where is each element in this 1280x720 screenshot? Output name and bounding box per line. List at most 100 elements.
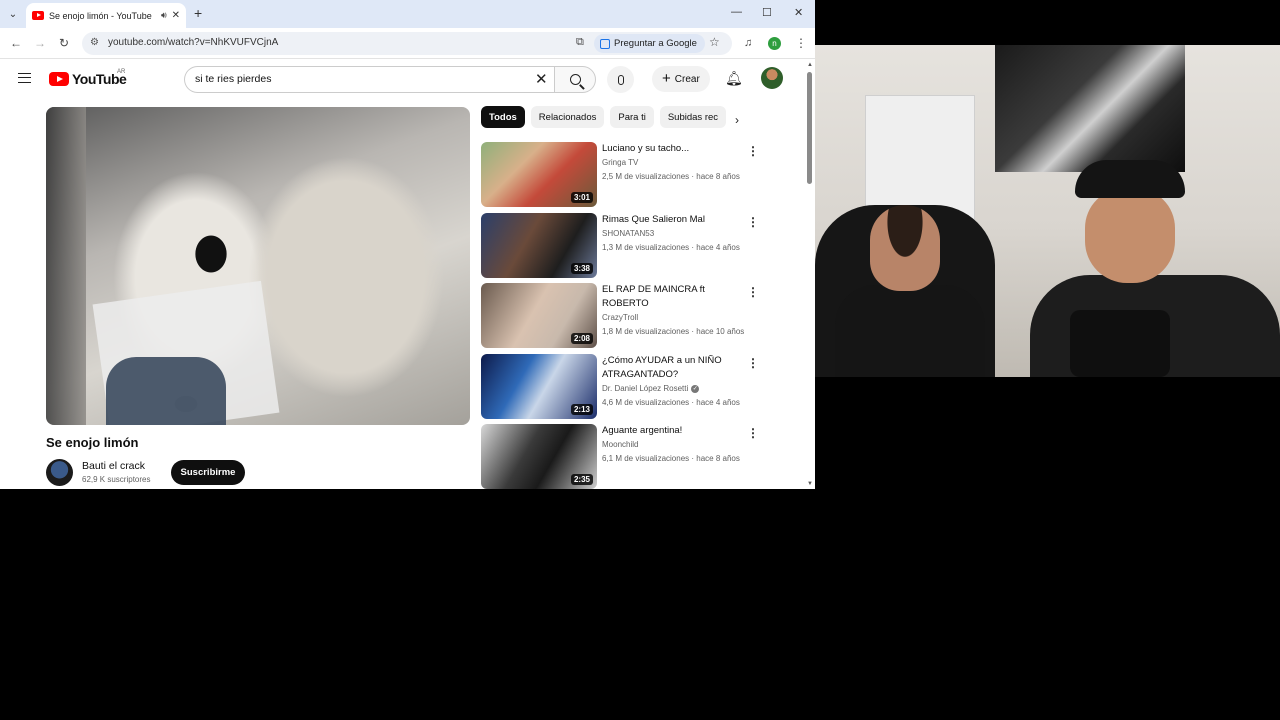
tab-title: Se enojo limón - YouTube bbox=[49, 10, 152, 21]
scroll-up-icon[interactable]: ▲ bbox=[807, 62, 813, 68]
video-frame-background bbox=[46, 107, 86, 425]
recommendation-meta: 1,3 M de visualizaciones · hace 4 años bbox=[602, 243, 740, 252]
browser-profile-avatar[interactable]: n bbox=[768, 37, 781, 50]
video-thumbnail[interactable]: 2:35 bbox=[481, 424, 597, 489]
youtube-favicon-icon bbox=[32, 11, 44, 20]
recommendation-item[interactable]: 3:01 Luciano y su tacho... Gringa TV 2,5… bbox=[481, 142, 771, 208]
recommendation-item[interactable]: 2:35 Aguante argentina! Moonchild 6,1 M … bbox=[481, 424, 771, 489]
page-scrollbar[interactable]: ▲ ▼ bbox=[805, 60, 815, 489]
back-icon[interactable]: ← bbox=[10, 36, 22, 50]
chip-relacionados[interactable]: Relacionados bbox=[530, 106, 605, 128]
cast-icon[interactable]: ⧉ bbox=[576, 36, 584, 49]
recommendation-title[interactable]: ¿Cómo AYUDAR a un NIÑO ATRAGANTADO? bbox=[602, 354, 752, 382]
video-thumbnail[interactable]: 2:08 bbox=[481, 283, 597, 348]
channel-name-text[interactable]: Dr. Daniel López Rosetti bbox=[602, 384, 688, 393]
recommendation-channel[interactable]: CrazyTroll bbox=[602, 313, 638, 322]
recommendation-meta: 1,8 M de visualizaciones · hace 10 años bbox=[602, 327, 745, 336]
streamer-right-cap bbox=[1075, 160, 1185, 198]
user-avatar[interactable] bbox=[761, 67, 783, 89]
speaker-icon[interactable]: 🔊︎ bbox=[161, 10, 167, 21]
more-options-icon[interactable]: ⋮ bbox=[747, 356, 759, 370]
chip-subidas-recientes[interactable]: Subidas rec bbox=[659, 106, 727, 128]
url-text[interactable]: youtube.com/watch?v=NhKVUFVCjnA bbox=[108, 37, 278, 48]
channel-avatar[interactable] bbox=[46, 459, 73, 486]
recommendation-title[interactable]: Rimas Que Salieron Mal bbox=[602, 213, 752, 227]
streamer-left-head bbox=[870, 205, 940, 291]
create-button[interactable]: + Crear bbox=[652, 66, 710, 92]
recommendation-channel[interactable]: Dr. Daniel López Rosetti ✓ bbox=[602, 384, 700, 393]
recommendation-channel[interactable]: SHONATAN53 bbox=[602, 229, 654, 238]
reload-icon[interactable]: ↻ bbox=[59, 36, 69, 50]
close-tab-icon[interactable]: ✕ bbox=[172, 10, 180, 21]
duration-badge: 3:01 bbox=[570, 192, 593, 203]
close-window-icon[interactable]: ✕ bbox=[794, 6, 803, 19]
minimize-icon[interactable]: — bbox=[731, 6, 742, 18]
notifications-bell-icon[interactable]: 🔔︎ bbox=[725, 70, 743, 87]
search-button[interactable] bbox=[554, 66, 596, 93]
more-options-icon[interactable]: ⋮ bbox=[747, 215, 759, 229]
create-label: Crear bbox=[674, 73, 700, 85]
duration-badge: 3:38 bbox=[570, 263, 593, 274]
video-thumbnail[interactable]: 2:13 bbox=[481, 354, 597, 419]
scroll-thumb[interactable] bbox=[807, 72, 812, 184]
youtube-logo-icon bbox=[49, 72, 69, 86]
more-options-icon[interactable]: ⋮ bbox=[747, 144, 759, 158]
tab-search-icon[interactable]: ⌄ bbox=[4, 5, 22, 23]
webcam-poster bbox=[995, 45, 1185, 172]
recommendation-channel[interactable]: Moonchild bbox=[602, 440, 638, 449]
video-thumbnail[interactable]: 3:38 bbox=[481, 213, 597, 278]
video-player[interactable] bbox=[46, 107, 470, 425]
more-options-icon[interactable]: ⋮ bbox=[747, 285, 759, 299]
recommendation-item[interactable]: 2:13 ¿Cómo AYUDAR a un NIÑO ATRAGANTADO?… bbox=[481, 354, 771, 420]
clear-search-icon[interactable]: ✕ bbox=[535, 70, 548, 88]
recommendation-meta: 2,5 M de visualizaciones · hace 8 años bbox=[602, 172, 740, 181]
streamer-right-head bbox=[1085, 188, 1175, 283]
recommendation-title[interactable]: Luciano y su tacho... bbox=[602, 142, 752, 156]
filter-chips: Todos Relacionados Para ti Subidas rec bbox=[481, 106, 771, 128]
forward-icon[interactable]: → bbox=[34, 36, 46, 50]
bookmark-star-icon[interactable]: ☆ bbox=[709, 35, 720, 49]
duration-badge: 2:08 bbox=[570, 333, 593, 344]
search-query[interactable]: si te ries pierdes bbox=[195, 73, 271, 85]
chip-para-ti[interactable]: Para ti bbox=[610, 106, 654, 128]
youtube-logo[interactable]: YouTube bbox=[49, 71, 127, 87]
omnibox[interactable]: ⚙ youtube.com/watch?v=NhKVUFVCjnA ⧉ Preg… bbox=[82, 32, 732, 55]
ask-google-label: Preguntar a Google bbox=[614, 38, 697, 49]
scroll-down-icon[interactable]: ▼ bbox=[807, 481, 813, 487]
recommendation-channel[interactable]: Gringa TV bbox=[602, 158, 638, 167]
microphone-icon bbox=[617, 74, 624, 85]
chevron-right-icon[interactable]: › bbox=[735, 113, 739, 127]
youtube-header: YouTube AR si te ries pierdes ✕ + Crear … bbox=[0, 60, 805, 100]
browser-menu-icon[interactable]: ⋮ bbox=[795, 36, 807, 50]
video-title: Se enojo limón bbox=[46, 435, 139, 450]
ask-google-button[interactable]: Preguntar a Google bbox=[594, 34, 705, 53]
handheld-device bbox=[1070, 310, 1170, 377]
new-tab-icon[interactable]: + bbox=[194, 6, 202, 20]
subscribe-button[interactable]: Suscribirme bbox=[171, 460, 245, 485]
hamburger-menu-icon[interactable] bbox=[18, 73, 31, 83]
maximize-icon[interactable]: ☐ bbox=[762, 6, 772, 19]
webcam-overlay bbox=[815, 45, 1280, 377]
streamer-left bbox=[835, 205, 985, 377]
verified-check-icon: ✓ bbox=[691, 384, 700, 393]
recommendation-meta: 6,1 M de visualizaciones · hace 8 años bbox=[602, 454, 740, 463]
more-options-icon[interactable]: ⋮ bbox=[747, 426, 759, 440]
search-icon bbox=[569, 74, 581, 85]
streamer-left-body bbox=[835, 285, 985, 377]
recommendation-item[interactable]: 3:38 Rimas Que Salieron Mal SHONATAN53 1… bbox=[481, 213, 771, 279]
video-thumbnail[interactable]: 3:01 bbox=[481, 142, 597, 207]
chip-todos[interactable]: Todos bbox=[481, 106, 525, 128]
screen: ⌄ Se enojo limón - YouTube 🔊︎ ✕ + — ☐ ✕ … bbox=[0, 0, 1280, 720]
subscriber-count: 62,9 K suscriptores bbox=[82, 475, 151, 484]
recommendation-title[interactable]: EL RAP DE MAINCRA ft ROBERTO bbox=[602, 283, 752, 311]
address-bar: ← → ↻ ⚙ youtube.com/watch?v=NhKVUFVCjnA … bbox=[0, 28, 815, 59]
tab-active[interactable]: Se enojo limón - YouTube 🔊︎ ✕ bbox=[26, 3, 186, 28]
media-controls-icon[interactable]: ♫ bbox=[744, 37, 752, 49]
search-input[interactable]: si te ries pierdes ✕ bbox=[184, 66, 554, 93]
recommendation-item[interactable]: 2:08 EL RAP DE MAINCRA ft ROBERTO CrazyT… bbox=[481, 283, 771, 349]
voice-search-button[interactable] bbox=[607, 66, 634, 93]
channel-name[interactable]: Bauti el crack bbox=[82, 460, 145, 472]
site-info-icon[interactable]: ⚙ bbox=[90, 37, 99, 48]
browser-window: ⌄ Se enojo limón - YouTube 🔊︎ ✕ + — ☐ ✕ … bbox=[0, 0, 815, 489]
recommendation-title[interactable]: Aguante argentina! bbox=[602, 424, 752, 438]
